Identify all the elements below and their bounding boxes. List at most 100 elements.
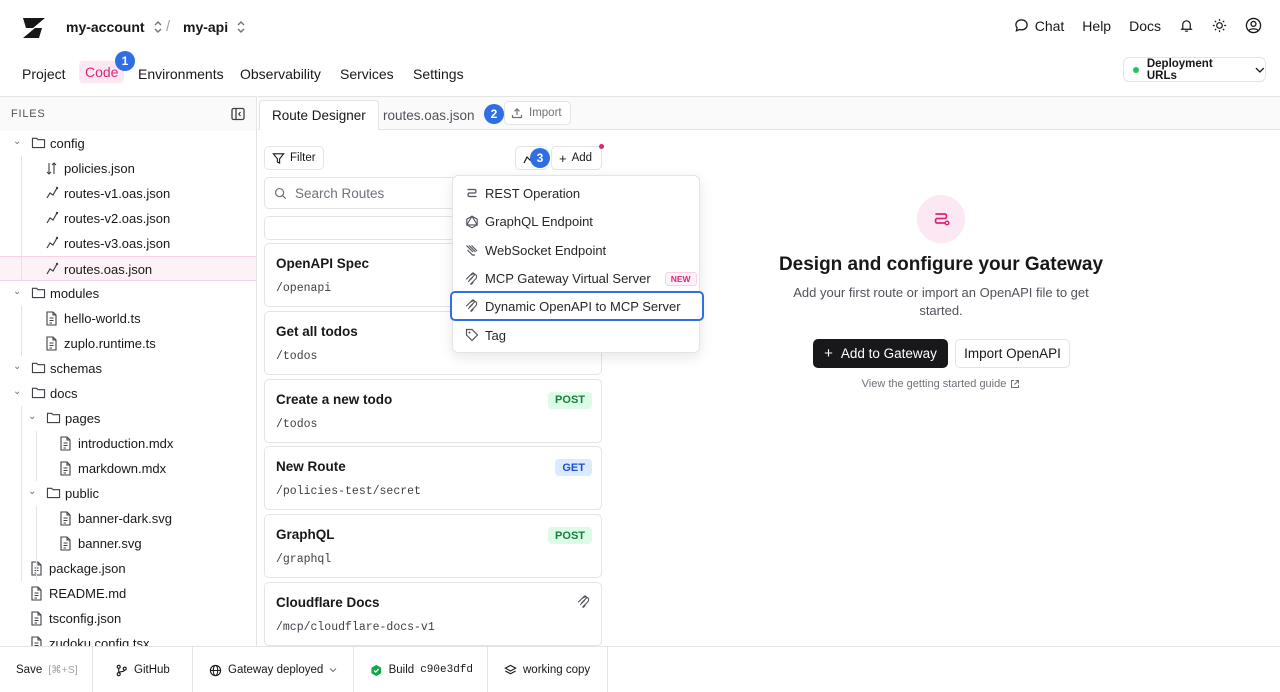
tab-route-designer[interactable]: Route Designer bbox=[259, 100, 379, 130]
nav-environments[interactable]: Environments bbox=[138, 64, 224, 84]
collapse-sidebar-icon[interactable] bbox=[231, 107, 245, 121]
deployment-urls-button[interactable]: Deployment URLs bbox=[1123, 57, 1266, 82]
notifications-button[interactable] bbox=[1179, 18, 1194, 33]
help-link[interactable]: Help bbox=[1082, 18, 1111, 34]
layers-icon bbox=[504, 664, 517, 674]
nav-settings[interactable]: Settings bbox=[413, 64, 464, 84]
deploy-status-button[interactable]: Gateway deployed bbox=[193, 647, 354, 692]
route-path: /policies-test/secret bbox=[276, 485, 421, 499]
build-status[interactable]: Build c90e3dfd bbox=[354, 647, 488, 692]
file-item[interactable]: routes.oas.json bbox=[0, 256, 256, 281]
tree-item-label: config bbox=[50, 136, 85, 151]
nav-services[interactable]: Services bbox=[340, 64, 394, 84]
filter-button[interactable]: Filter bbox=[264, 146, 324, 170]
nav-project[interactable]: Project bbox=[22, 64, 66, 84]
chevron-down-icon[interactable]: ⌄ bbox=[13, 361, 25, 372]
import-openapi-button[interactable]: Import OpenAPI bbox=[955, 339, 1070, 368]
chat-button[interactable]: Chat bbox=[1014, 18, 1064, 34]
save-label: Save bbox=[16, 664, 43, 676]
add-menu-item[interactable]: MCP Gateway Virtual Server NEW bbox=[457, 266, 697, 292]
file-item[interactable]: tsconfig.json bbox=[0, 606, 256, 631]
project-name: my-api bbox=[183, 19, 229, 35]
add-label: Add bbox=[571, 152, 593, 164]
plus-icon: + bbox=[559, 150, 567, 166]
indent-guide bbox=[36, 506, 37, 581]
route-card[interactable]: GraphQL/graphql POST bbox=[264, 514, 602, 579]
route-title: Create a new todo bbox=[276, 391, 393, 407]
route-path: /openapi bbox=[276, 282, 332, 295]
import-openapi-label: Import OpenAPI bbox=[964, 346, 1061, 361]
route-card[interactable]: New Route/policies-test/secret GET bbox=[264, 446, 602, 511]
tree-item-label: README.md bbox=[49, 586, 127, 601]
tree-item-label: routes-v3.oas.json bbox=[64, 236, 171, 251]
file-item[interactable]: package.json bbox=[0, 556, 256, 581]
file-item[interactable]: README.md bbox=[0, 581, 256, 606]
folder-item[interactable]: ⌄ config bbox=[0, 131, 256, 156]
add-menu-item-label: Dynamic OpenAPI to MCP Server bbox=[485, 298, 681, 314]
github-button[interactable]: GitHub bbox=[93, 647, 193, 692]
user-menu[interactable] bbox=[1245, 17, 1262, 34]
folder-item[interactable]: ⌄ modules bbox=[0, 281, 256, 306]
file-item[interactable]: banner-dark.svg bbox=[0, 506, 256, 531]
route-file-icon bbox=[45, 262, 59, 276]
folder-item[interactable]: ⌄ docs bbox=[0, 381, 256, 406]
chevron-updown-icon bbox=[237, 21, 245, 33]
file-item[interactable]: routes-v1.oas.json bbox=[0, 181, 256, 206]
file-item[interactable]: zuplo.runtime.ts bbox=[0, 331, 256, 356]
route-card[interactable]: Cloudflare Docs/mcp/cloudflare-docs-v1 bbox=[264, 582, 602, 646]
rest-icon bbox=[465, 186, 479, 200]
add-menu-item[interactable]: Dynamic OpenAPI to MCP Server bbox=[450, 291, 704, 321]
chevron-down-icon[interactable]: ⌄ bbox=[13, 386, 25, 397]
folder-item[interactable]: ⌄ public bbox=[0, 481, 256, 506]
add-menu-item[interactable]: WebSocket Endpoint bbox=[457, 237, 697, 263]
add-menu-item[interactable]: REST Operation bbox=[457, 180, 697, 206]
add-to-gateway-button[interactable]: + Add to Gateway bbox=[813, 339, 948, 368]
step-badge-1: 1 bbox=[115, 51, 135, 71]
tree-item-label: routes.oas.json bbox=[64, 262, 153, 277]
theme-toggle[interactable] bbox=[1212, 18, 1227, 33]
file-item[interactable]: introduction.mdx bbox=[0, 431, 256, 456]
route-path: /todos bbox=[276, 417, 318, 431]
tree-item-label: tsconfig.json bbox=[49, 611, 122, 626]
folder-item[interactable]: ⌄ pages bbox=[0, 406, 256, 431]
add-menu-item[interactable]: GraphQL Endpoint bbox=[457, 209, 697, 235]
file-item[interactable]: banner.svg bbox=[0, 531, 256, 556]
add-menu-item[interactable]: Tag bbox=[457, 322, 697, 348]
chevron-down-icon bbox=[1255, 67, 1265, 73]
route-title: Get all todos bbox=[276, 323, 358, 339]
working-copy-status[interactable]: working copy bbox=[488, 647, 608, 692]
zuplo-logo-icon[interactable] bbox=[20, 16, 48, 40]
file-item[interactable]: routes-v2.oas.json bbox=[0, 206, 256, 231]
route-path: /mcp/cloudflare-docs-v1 bbox=[276, 621, 435, 634]
tree-item-label: routes-v1.oas.json bbox=[64, 186, 171, 201]
search-routes[interactable]: Search Routes bbox=[264, 177, 464, 209]
file-item[interactable]: markdown.mdx bbox=[0, 456, 256, 481]
file-item[interactable]: policies.json bbox=[0, 156, 256, 181]
file-item[interactable]: zudoku.config.tsx bbox=[0, 631, 256, 646]
docs-link[interactable]: Docs bbox=[1129, 18, 1161, 34]
folder-item[interactable]: ⌄ schemas bbox=[0, 356, 256, 381]
route-title: New Route bbox=[276, 459, 346, 475]
chevron-down-icon[interactable]: ⌄ bbox=[28, 411, 40, 422]
policy-file-icon bbox=[45, 161, 58, 176]
save-button[interactable]: Save [⌘+S] bbox=[0, 647, 93, 692]
file-item[interactable]: routes-v3.oas.json bbox=[0, 231, 256, 256]
add-route-button[interactable]: + Add bbox=[551, 146, 602, 170]
chevron-down-icon[interactable]: ⌄ bbox=[28, 486, 40, 497]
chevron-down-icon[interactable]: ⌄ bbox=[13, 136, 25, 147]
file-item[interactable]: hello-world.ts bbox=[0, 306, 256, 331]
getting-started-link[interactable]: View the getting started guide bbox=[841, 378, 1041, 390]
mcp-icon bbox=[577, 595, 591, 609]
project-switcher[interactable]: my-api bbox=[183, 19, 246, 35]
upload-icon bbox=[511, 107, 523, 119]
route-card[interactable]: Create a new todo/todos POST bbox=[264, 378, 602, 443]
tree-item-label: hello-world.ts bbox=[64, 311, 141, 326]
top-bar: my-account / my-api Chat Help Docs bbox=[0, 0, 1280, 56]
tab-routes-file[interactable]: routes.oas.json bbox=[371, 100, 487, 130]
import-button[interactable]: Import bbox=[504, 101, 571, 125]
account-switcher[interactable]: my-account bbox=[66, 19, 163, 35]
docs-label: Docs bbox=[1129, 17, 1161, 34]
nav-observability[interactable]: Observability bbox=[240, 64, 321, 84]
chevron-down-icon[interactable]: ⌄ bbox=[13, 286, 25, 297]
filter-icon bbox=[272, 152, 285, 164]
